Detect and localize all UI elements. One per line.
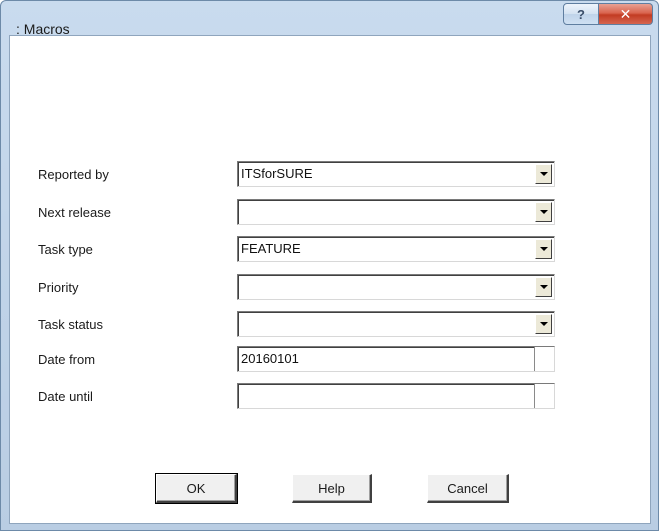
field-row-task-type: Task type FEATURE <box>10 236 652 262</box>
field-label: Reported by <box>38 167 109 182</box>
field-row-date-until: Date until <box>10 383 652 409</box>
field-label: Priority <box>38 280 79 295</box>
dropdown-button[interactable] <box>535 239 552 259</box>
dropdown-button[interactable] <box>535 277 552 297</box>
dropdown-button[interactable] <box>535 314 552 334</box>
help-caption-button[interactable]: ? <box>563 3 599 25</box>
field-label: Next release <box>38 205 111 220</box>
close-button[interactable]: ✕ <box>599 3 653 25</box>
task-status-combobox[interactable] <box>237 311 555 337</box>
combobox-value: FEATURE <box>241 241 301 256</box>
date-picker-button[interactable] <box>534 384 554 408</box>
field-row-next-release: Next release <box>10 199 652 225</box>
priority-combobox[interactable] <box>237 274 555 300</box>
next-release-combobox[interactable] <box>237 199 555 225</box>
caption-buttons: ? ✕ <box>563 3 653 25</box>
field-row-date-from: Date from 20160101 <box>10 346 652 372</box>
combobox-value: ITSforSURE <box>241 166 313 181</box>
macros-dialog: : Macros ? ✕ Reported by ITSforSURE Next… <box>0 0 659 531</box>
chevron-down-icon <box>539 247 548 251</box>
window-title: : Macros <box>16 21 70 37</box>
chevron-down-icon <box>539 210 548 214</box>
field-row-priority: Priority <box>10 274 652 300</box>
chevron-down-icon <box>539 172 548 176</box>
close-icon: ✕ <box>619 5 632 22</box>
date-until-field[interactable] <box>237 383 555 409</box>
field-row-reported-by: Reported by ITSforSURE <box>10 161 652 187</box>
date-from-field[interactable]: 20160101 <box>237 346 555 372</box>
date-picker-button[interactable] <box>534 347 554 371</box>
help-button[interactable]: Help <box>292 474 372 503</box>
chevron-down-icon <box>539 322 548 326</box>
reported-by-combobox[interactable]: ITSforSURE <box>237 161 555 187</box>
dialog-client-area: Reported by ITSforSURE Next release Task… <box>9 35 651 524</box>
field-label: Date until <box>38 389 93 404</box>
title-bar[interactable]: : Macros ? ✕ <box>1 1 658 37</box>
dropdown-button[interactable] <box>535 164 552 184</box>
ok-button[interactable]: OK <box>155 473 238 504</box>
field-label: Task type <box>38 242 93 257</box>
field-label: Date from <box>38 352 96 367</box>
cancel-button[interactable]: Cancel <box>427 474 509 503</box>
chevron-down-icon <box>539 285 548 289</box>
task-type-combobox[interactable]: FEATURE <box>237 236 555 262</box>
field-row-task-status: Task status <box>10 311 652 337</box>
help-icon: ? <box>577 6 585 22</box>
dropdown-button[interactable] <box>535 202 552 222</box>
date-value: 20160101 <box>241 351 299 366</box>
field-label: Task status <box>38 317 104 332</box>
